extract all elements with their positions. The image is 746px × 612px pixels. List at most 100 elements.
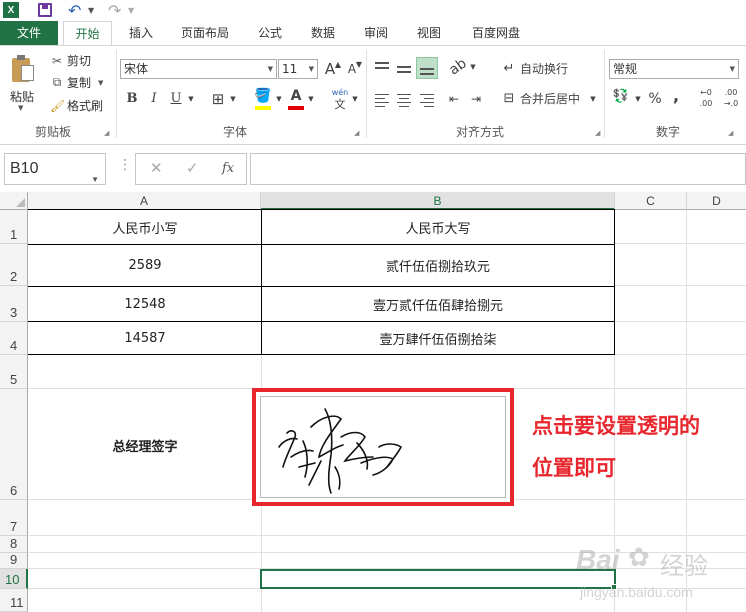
column-header-b[interactable]: B <box>261 192 615 210</box>
title-bar: X ↶ ▼ ↷ ▼ <box>0 0 746 21</box>
scissors-icon: ✂ <box>51 53 63 68</box>
row-header-10[interactable]: 10 <box>0 569 28 589</box>
font-color-swatch <box>288 106 304 110</box>
number-group-label: 数字 <box>655 125 680 139</box>
tab-file[interactable]: 文件 <box>0 21 58 45</box>
tab-home[interactable]: 开始 <box>63 21 112 46</box>
merge-center-button[interactable]: 合并后居中 <box>520 89 586 109</box>
paste-button[interactable]: 粘贴 <box>10 88 34 105</box>
merge-center-dropdown-icon[interactable]: ▼ <box>588 89 598 109</box>
enter-icon[interactable]: ✓ <box>186 159 199 177</box>
increase-indent-icon[interactable]: ⇥ <box>467 89 485 109</box>
tab-view[interactable]: 视图 <box>409 21 449 45</box>
phonetic-guide-button[interactable]: 文 <box>330 95 350 115</box>
copy-button[interactable]: ⧉ 复制 ▼ <box>50 74 104 91</box>
decrease-indent-icon[interactable]: ⇤ <box>445 89 463 109</box>
italic-button[interactable]: I <box>146 89 162 109</box>
cell-a6-signature-label[interactable]: 总经理签字 <box>29 390 261 500</box>
formula-input[interactable] <box>250 153 746 185</box>
borders-icon[interactable]: ⊞ <box>209 89 227 109</box>
paste-icon[interactable] <box>12 54 36 86</box>
row-header-3[interactable]: 3 <box>0 286 28 322</box>
row-header-8[interactable]: 8 <box>0 536 28 553</box>
wrap-text-button[interactable]: 自动换行 <box>520 59 580 79</box>
cell-b2[interactable]: 贰仟伍佰捌拾玖元 <box>262 245 614 286</box>
wrap-text-icon[interactable]: ↵ <box>500 59 518 79</box>
percent-style-button[interactable]: % <box>646 89 664 109</box>
row-header-5[interactable]: 5 <box>0 355 28 389</box>
underline-dropdown-icon[interactable]: ▼ <box>186 89 196 109</box>
row-header-4[interactable]: 4 <box>0 322 28 355</box>
cell-a4[interactable]: 14587 <box>29 322 261 354</box>
format-painter-button[interactable]: 🖌 格式刷 <box>50 97 103 114</box>
alignment-launcher-icon[interactable]: ◢ <box>595 129 600 137</box>
fill-color-icon[interactable]: 🪣 <box>254 86 272 106</box>
font-name-select[interactable]: 宋体 ▼ <box>120 59 277 79</box>
save-icon[interactable] <box>38 3 52 17</box>
insert-function-button[interactable]: fx <box>222 161 234 176</box>
phonetic-dropdown-icon[interactable]: ▼ <box>350 89 360 109</box>
selected-cell-b10[interactable] <box>260 569 616 589</box>
tab-baidu-netdisk[interactable]: 百度网盘 <box>463 21 529 45</box>
cell-b4[interactable]: 壹万肆仟伍佰捌拾柒 <box>262 322 614 354</box>
copy-dropdown-icon[interactable]: ▼ <box>98 79 103 87</box>
orientation-dropdown-icon[interactable]: ▼ <box>468 57 478 77</box>
name-box-dropdown-icon[interactable]: ▼ <box>91 165 99 195</box>
copy-label: 复制 <box>67 76 92 90</box>
merge-center-icon[interactable]: ⊟ <box>500 89 518 109</box>
number-launcher-icon[interactable]: ◢ <box>728 129 733 137</box>
redo-icon[interactable]: ↷ <box>108 1 121 20</box>
decrease-decimal-button[interactable]: →.0 <box>720 94 742 114</box>
ribbon-tabs: 文件 开始 插入 页面布局 公式 数据 审阅 视图 百度网盘 <box>0 21 746 46</box>
clipboard-group-label: 剪贴板 <box>34 125 71 139</box>
select-all-button[interactable] <box>0 192 28 210</box>
number-format-dropdown-icon[interactable]: ▼ <box>730 60 735 78</box>
row-header-6[interactable]: 6 <box>0 389 28 500</box>
cut-button[interactable]: ✂ 剪切 <box>50 52 91 69</box>
row-header-11[interactable]: 11 <box>0 589 28 612</box>
accounting-format-icon[interactable]: 💱 <box>610 87 632 107</box>
accounting-dropdown-icon[interactable]: ▼ <box>633 89 643 109</box>
clipboard-launcher-icon[interactable]: ◢ <box>104 129 109 137</box>
signature-image[interactable] <box>260 396 506 498</box>
cell-b1[interactable]: 人民币大写 <box>262 210 614 244</box>
formula-bar-grip-icon[interactable]: ⋮ <box>118 157 132 173</box>
undo-icon[interactable]: ↶ <box>68 1 81 20</box>
undo-dropdown-icon[interactable]: ▼ <box>88 1 94 19</box>
watermark-logo: Bai <box>576 544 620 575</box>
borders-dropdown-icon[interactable]: ▼ <box>228 89 238 109</box>
comma-style-button[interactable]: , <box>670 86 682 106</box>
row-header-2[interactable]: 2 <box>0 244 28 286</box>
cancel-icon[interactable]: ✕ <box>150 159 163 177</box>
bold-button[interactable]: B <box>124 89 140 109</box>
column-header-d[interactable]: D <box>687 192 746 210</box>
redo-dropdown-icon[interactable]: ▼ <box>128 1 134 19</box>
font-color-button[interactable]: A <box>288 86 304 106</box>
name-box[interactable]: B10 ▼ <box>4 153 106 185</box>
fill-color-dropdown-icon[interactable]: ▼ <box>274 89 284 109</box>
font-name-dropdown-icon[interactable]: ▼ <box>268 60 273 78</box>
row-header-9[interactable]: 9 <box>0 552 28 569</box>
column-header-c[interactable]: C <box>615 192 687 210</box>
tab-data[interactable]: 数据 <box>303 21 343 45</box>
tab-formulas[interactable]: 公式 <box>250 21 290 45</box>
tab-page-layout[interactable]: 页面布局 <box>172 21 238 45</box>
underline-button[interactable]: U <box>168 89 184 109</box>
font-size-dropdown-icon[interactable]: ▼ <box>309 60 314 78</box>
cell-b3[interactable]: 壹万贰仟伍佰肆拾捌元 <box>262 287 614 321</box>
cell-a3[interactable]: 12548 <box>29 287 261 321</box>
tab-review[interactable]: 审阅 <box>356 21 396 45</box>
cell-a2[interactable]: 2589 <box>29 245 261 286</box>
font-launcher-icon[interactable]: ◢ <box>354 129 359 137</box>
cell-a1[interactable]: 人民币小写 <box>29 210 261 244</box>
row-header-1[interactable]: 1 <box>0 210 28 244</box>
row-header-7[interactable]: 7 <box>0 500 28 536</box>
tab-insert[interactable]: 插入 <box>121 21 161 45</box>
font-size-select[interactable]: 11 ▼ <box>278 59 318 79</box>
font-color-dropdown-icon[interactable]: ▼ <box>306 89 316 109</box>
increase-decimal-button[interactable]: .00 <box>695 94 717 114</box>
gridline <box>615 354 746 355</box>
number-format-select[interactable]: 常规 ▼ <box>609 59 739 79</box>
paste-dropdown-icon[interactable]: ▼ <box>18 104 23 112</box>
column-header-a[interactable]: A <box>28 192 261 210</box>
